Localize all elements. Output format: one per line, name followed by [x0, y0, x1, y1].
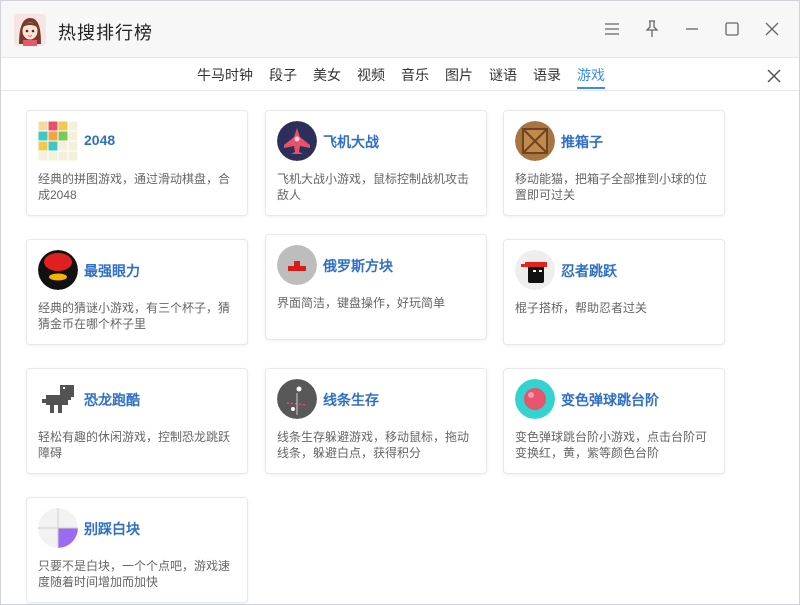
game-card-sokoban[interactable]: 推箱子 移动能猫，把箱子全部推到小球的位置即可过关: [503, 110, 725, 216]
tab-quotes[interactable]: 语录: [533, 67, 561, 89]
pixel-dinosaur-icon: [38, 379, 78, 419]
game-card-dino-run[interactable]: 恐龙跑酷 轻松有趣的休闲游戏，控制恐龙跳跃障碍: [26, 368, 248, 474]
game-card-plane-war[interactable]: 飞机大战 飞机大战小游戏，鼠标控制战机攻击敌人: [265, 110, 487, 216]
wooden-crate-icon: [515, 121, 555, 161]
game-title[interactable]: 俄罗斯方块: [323, 256, 393, 276]
app-window: 热搜排行榜 牛马时钟 段子 美女 视频 音乐 图片 谜语 语录 游戏 2048 …: [0, 0, 800, 605]
game-description: 变色弹球跳台阶小游戏，点击台阶可变换红，黄，紫等颜色台阶: [515, 430, 708, 460]
game-title[interactable]: 推箱子: [561, 132, 603, 152]
tab-beauty[interactable]: 美女: [313, 67, 341, 89]
fighter-plane-icon: [277, 121, 317, 161]
game-title[interactable]: 最强眼力: [84, 261, 140, 281]
tab-jokes[interactable]: 段子: [269, 67, 297, 89]
menu-icon[interactable]: [602, 19, 622, 39]
game-description: 线条生存躲避游戏，移动鼠标，拖动线条，躲避白点，获得积分: [277, 430, 470, 460]
game-title[interactable]: 2048: [84, 132, 115, 148]
close-window-icon[interactable]: [762, 19, 782, 39]
game-description: 经典的拼图游戏，通过滑动棋盘，合成2048: [38, 172, 231, 202]
game-card-tetris[interactable]: 俄罗斯方块 界面简洁，键盘操作，好玩简单: [265, 234, 487, 340]
game-title[interactable]: 飞机大战: [323, 132, 379, 152]
tab-clock[interactable]: 牛马时钟: [197, 67, 253, 89]
bouncing-ball-icon: [515, 379, 555, 419]
grid-tiles-icon: [38, 121, 78, 161]
tab-video[interactable]: 视频: [357, 67, 385, 89]
maximize-icon[interactable]: [722, 19, 742, 39]
cup-coin-icon: [38, 250, 78, 290]
game-title[interactable]: 恐龙跑酷: [84, 390, 140, 410]
piano-tiles-icon: [38, 508, 78, 548]
game-description: 只要不是白块，一个个点吧，游戏速度随着时间增加而加快: [38, 559, 231, 589]
minimize-icon[interactable]: [682, 19, 702, 39]
app-title: 热搜排行榜: [58, 23, 153, 43]
pin-icon[interactable]: [642, 19, 662, 39]
game-description: 移动能猫，把箱子全部推到小球的位置即可过关: [515, 172, 708, 202]
game-card-2048[interactable]: 2048 经典的拼图游戏，通过滑动棋盘，合成2048: [26, 110, 248, 216]
game-title[interactable]: 忍者跳跃: [561, 261, 617, 281]
game-card-color-ball[interactable]: 变色弹球跳台阶 变色弹球跳台阶小游戏，点击台阶可变换红，黄，紫等颜色台阶: [503, 368, 725, 474]
tab-riddles[interactable]: 谜语: [489, 67, 517, 89]
title-bar[interactable]: 热搜排行榜: [1, 1, 799, 58]
game-title[interactable]: 别踩白块: [84, 519, 140, 539]
category-tabbar: 牛马时钟 段子 美女 视频 音乐 图片 谜语 语录 游戏: [1, 58, 799, 91]
tab-music[interactable]: 音乐: [401, 67, 429, 89]
game-description: 经典的猜谜小游戏，有三个杯子，猜猜金币在哪个杯子里: [38, 301, 231, 331]
tetromino-icon: [277, 245, 317, 285]
app-avatar-icon: [14, 14, 46, 46]
game-title[interactable]: 变色弹球跳台阶: [561, 390, 659, 410]
game-card-line-survival[interactable]: 线条生存 线条生存躲避游戏，移动鼠标，拖动线条，躲避白点，获得积分: [265, 368, 487, 474]
dots-line-icon: [277, 379, 317, 419]
close-panel-icon[interactable]: [767, 69, 781, 83]
category-tabs: 牛马时钟 段子 美女 视频 音乐 图片 谜语 语录 游戏: [197, 67, 621, 89]
game-description: 飞机大战小游戏，鼠标控制战机攻击敌人: [277, 172, 470, 202]
game-description: 棍子搭桥，帮助忍者过关: [515, 301, 648, 315]
game-description: 轻松有趣的休闲游戏，控制恐龙跳跃障碍: [38, 430, 231, 460]
game-description: 界面简洁，键盘操作，好玩简单: [277, 296, 446, 310]
tab-games[interactable]: 游戏: [577, 67, 605, 89]
game-card-sharp-eye[interactable]: 最强眼力 经典的猜谜小游戏，有三个杯子，猜猜金币在哪个杯子里: [26, 239, 248, 345]
game-title[interactable]: 线条生存: [323, 390, 379, 410]
ninja-icon: [515, 250, 555, 290]
game-card-ninja-jump[interactable]: 忍者跳跃 棍子搭桥，帮助忍者过关: [503, 239, 725, 345]
tab-images[interactable]: 图片: [445, 67, 473, 89]
game-card-piano-tiles[interactable]: 别踩白块 只要不是白块，一个个点吧，游戏速度随着时间增加而加快: [26, 497, 248, 603]
